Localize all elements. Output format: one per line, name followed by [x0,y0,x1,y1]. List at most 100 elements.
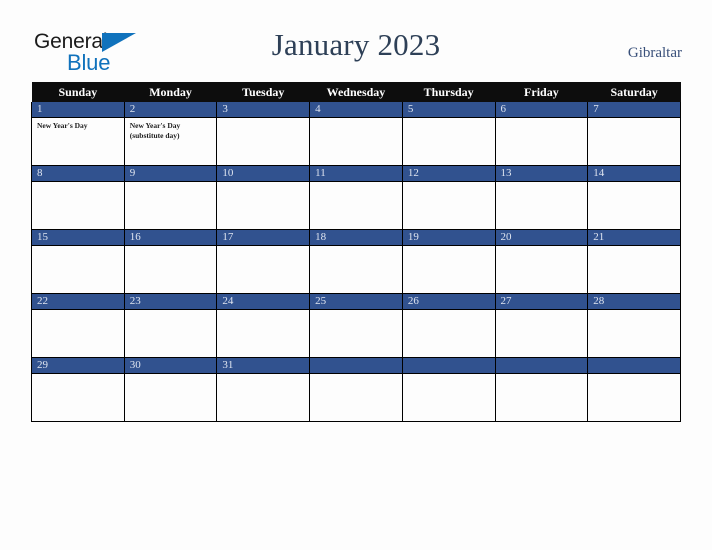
calendar-day-cell[interactable] [587,357,681,422]
day-number: 15 [32,230,124,246]
day-events [32,310,124,357]
calendar-day-cell[interactable]: 25 [309,293,403,358]
day-number: 10 [217,166,310,182]
calendar-day-cell[interactable]: 9 [123,165,218,230]
calendar-day-cell[interactable]: 30 [123,357,218,422]
calendar-table: Sunday Monday Tuesday Wednesday Thursday… [31,82,681,422]
day-number: 16 [124,230,217,246]
weekday-header-sunday: Sunday [31,82,125,102]
day-events: New Year's Day (substitute day) [125,118,217,165]
calendar-week-row: 22 23 24 25 26 27 28 [31,293,681,358]
page-title: January 2023 [271,27,441,62]
day-events [588,374,680,421]
calendar-day-cell[interactable]: 18 [309,229,403,294]
calendar-day-cell[interactable]: 8 [31,165,125,230]
calendar-day-cell[interactable]: 5 [401,102,496,166]
day-number: 23 [124,294,217,310]
calendar-day-cell[interactable]: 28 [587,293,681,358]
calendar-grid: Sunday Monday Tuesday Wednesday Thursday… [31,82,681,422]
calendar-day-cell[interactable]: 7 [587,102,681,166]
calendar-day-cell[interactable]: 6 [494,102,589,166]
day-number: 4 [310,102,402,118]
weekday-header-monday: Monday [124,82,217,102]
day-events [496,182,588,229]
calendar-day-cell[interactable]: 13 [494,165,589,230]
calendar-day-cell[interactable]: 12 [401,165,496,230]
day-events [403,374,495,421]
day-events [310,310,402,357]
calendar-day-cell[interactable]: 16 [123,229,218,294]
calendar-day-cell[interactable]: 15 [31,229,125,294]
calendar-day-cell[interactable]: 2 New Year's Day (substitute day) [123,102,218,166]
day-number: 24 [217,294,310,310]
weekday-header-row: Sunday Monday Tuesday Wednesday Thursday… [31,82,681,102]
calendar-day-cell[interactable]: 24 [216,293,311,358]
day-events [310,182,402,229]
day-events [217,182,309,229]
calendar-day-cell[interactable]: 26 [401,293,496,358]
day-number: 19 [402,230,495,246]
calendar-day-cell[interactable]: 11 [309,165,403,230]
calendar-day-cell[interactable]: 29 [31,357,125,422]
calendar-day-cell[interactable]: 21 [587,229,681,294]
day-events [588,310,680,357]
day-number: 9 [124,166,217,182]
day-events [310,118,402,165]
weekday-header-saturday: Saturday [587,82,681,102]
day-events [403,246,495,293]
day-number: 18 [310,230,402,246]
day-events: New Year's Day [32,118,124,165]
day-events [496,374,588,421]
day-number [495,358,588,374]
day-number: 13 [495,166,588,182]
day-events [217,310,309,357]
weekday-header-tuesday: Tuesday [216,82,310,102]
calendar-day-cell[interactable]: 10 [216,165,311,230]
calendar-week-row: 15 16 17 18 19 20 21 [31,229,681,294]
day-number: 14 [588,166,680,182]
calendar-day-cell[interactable]: 20 [494,229,589,294]
calendar-day-cell[interactable]: 19 [401,229,496,294]
day-events [217,246,309,293]
day-events [32,246,124,293]
calendar-day-cell[interactable]: 17 [216,229,311,294]
calendar-week-row: 8 9 10 11 12 13 14 [31,165,681,230]
calendar-day-cell[interactable] [494,357,589,422]
weekday-header-wednesday: Wednesday [309,82,403,102]
day-events [217,374,309,421]
calendar-day-cell[interactable]: 14 [587,165,681,230]
day-number [402,358,495,374]
day-number: 7 [588,102,680,118]
day-number [588,358,680,374]
day-events [403,310,495,357]
day-events [403,118,495,165]
day-events [125,246,217,293]
day-number: 2 [124,102,217,118]
calendar-week-row: 1 New Year's Day 2 New Year's Day (substitu… [31,102,681,166]
page-header: General Blue January 2023 Gibraltar [0,0,712,82]
calendar-day-cell[interactable]: 1 New Year's Day [31,102,125,166]
day-number: 5 [402,102,495,118]
calendar-day-cell[interactable]: 23 [123,293,218,358]
day-number: 22 [32,294,124,310]
weekday-header-thursday: Thursday [402,82,496,102]
calendar-day-cell[interactable] [401,357,496,422]
day-events [496,310,588,357]
calendar-week-row: 29 30 31 [31,357,681,422]
day-number: 28 [588,294,680,310]
calendar-day-cell[interactable]: 27 [494,293,589,358]
day-events [217,118,309,165]
calendar-day-cell[interactable] [309,357,403,422]
calendar-day-cell[interactable]: 4 [309,102,403,166]
calendar-day-cell[interactable]: 31 [216,357,311,422]
day-events [125,374,217,421]
day-number: 30 [124,358,217,374]
day-number [310,358,402,374]
day-events [310,246,402,293]
holiday-event: New Year's Day (substitute day) [129,121,181,140]
day-events [32,182,124,229]
day-events [125,182,217,229]
calendar-day-cell[interactable]: 22 [31,293,125,358]
calendar-day-cell[interactable]: 3 [216,102,311,166]
day-number: 8 [32,166,124,182]
